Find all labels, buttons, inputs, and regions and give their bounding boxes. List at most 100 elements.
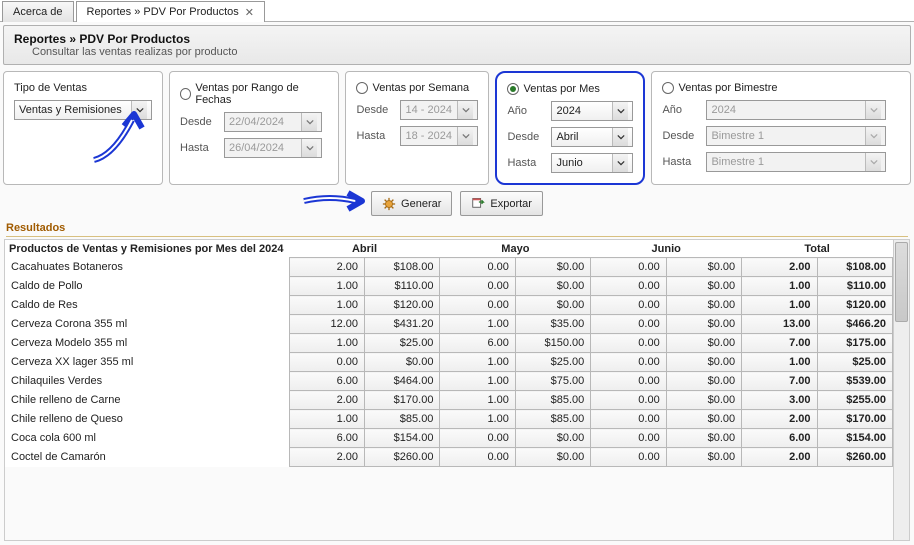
mes-ano-select[interactable]: 2024 [551,101,633,121]
data-cell: 2.00 [289,448,364,467]
data-cell: 0.00 [591,429,666,448]
scrollbar-thumb[interactable] [895,242,908,322]
close-icon[interactable]: ✕ [245,6,254,19]
table-row[interactable]: Coctel de Camarón2.00$260.000.00$0.000.0… [5,448,893,467]
data-cell: 0.00 [440,277,515,296]
tab-about[interactable]: Acerca de [2,1,74,22]
chevron-down-icon [865,101,881,119]
annotation-arrow-icon [300,187,370,215]
table-row[interactable]: Coca cola 600 ml6.00$154.000.00$0.000.00… [5,429,893,448]
scrollbar-vertical[interactable] [893,240,909,540]
page-header: Reportes » PDV Por Productos Consultar l… [3,25,911,65]
table-row[interactable]: Chile relleno de Queso1.00$85.001.00$85.… [5,410,893,429]
total-cell: $539.00 [817,372,892,391]
data-cell: $0.00 [666,410,741,429]
product-name: Caldo de Pollo [5,277,289,296]
data-cell: 0.00 [591,353,666,372]
data-cell: $0.00 [666,429,741,448]
data-cell: $110.00 [365,277,440,296]
total-cell: $154.00 [817,429,892,448]
data-cell: $0.00 [515,258,590,277]
desde-label: Desde [507,131,545,143]
data-cell: 0.00 [289,353,364,372]
chevron-down-icon [301,113,317,131]
panel-semana: Ventas por Semana Desde 14 - 2024 Hasta … [345,71,489,185]
product-name: Chile relleno de Carne [5,391,289,410]
table-row[interactable]: Chile relleno de Carne2.00$170.001.00$85… [5,391,893,410]
data-cell: 6.00 [289,372,364,391]
data-cell: $108.00 [365,258,440,277]
total-cell: $170.00 [817,410,892,429]
chevron-down-icon [865,153,881,171]
total-cell: 13.00 [742,315,817,334]
tab-bar: Acerca de Reportes » PDV Por Productos ✕ [0,0,914,22]
total-cell: 1.00 [742,296,817,315]
action-row: Generar Exportar [0,191,914,216]
data-cell: 1.00 [289,334,364,353]
data-cell: $0.00 [666,448,741,467]
bimestre-ano-select[interactable]: 2024 [706,100,886,120]
semana-hasta-input[interactable]: 18 - 2024 [400,126,478,146]
table-row[interactable]: Cacahuates Botaneros2.00$108.000.00$0.00… [5,258,893,277]
data-cell: $35.00 [515,315,590,334]
table-row[interactable]: Cerveza XX lager 355 ml0.00$0.001.00$25.… [5,353,893,372]
total-cell: 7.00 [742,334,817,353]
chevron-down-icon [301,139,317,157]
desde-label: Desde [180,116,218,128]
data-cell: 1.00 [440,372,515,391]
radio-bimestre[interactable]: Ventas por Bimestre [662,82,900,94]
data-cell: 0.00 [591,410,666,429]
col-month-2: Junio [591,240,742,258]
radio-mes[interactable]: Ventas por Mes [507,83,633,95]
total-cell: 2.00 [742,258,817,277]
data-cell: $150.00 [515,334,590,353]
data-cell: $0.00 [666,258,741,277]
radio-semana[interactable]: Ventas por Semana [356,82,478,94]
col-total: Total [742,240,893,258]
product-name: Cerveza Modelo 355 ml [5,334,289,353]
chevron-down-icon [612,128,628,146]
radio-rango-fechas[interactable]: Ventas por Rango de Fechas [180,82,328,106]
rango-desde-input[interactable]: 22/04/2024 [224,112,322,132]
radio-icon [507,83,519,95]
panel-tipo-ventas: Tipo de Ventas Ventas y Remisiones [3,71,163,185]
data-cell: 6.00 [440,334,515,353]
mes-hasta-select[interactable]: Junio [551,153,633,173]
mes-desde-select[interactable]: Abril [551,127,633,147]
data-cell: $0.00 [666,353,741,372]
total-cell: $255.00 [817,391,892,410]
tab-reportes-pdv[interactable]: Reportes » PDV Por Productos ✕ [76,1,265,22]
data-cell: 1.00 [440,410,515,429]
table-row[interactable]: Caldo de Res1.00$120.000.00$0.000.00$0.0… [5,296,893,315]
rango-hasta-input[interactable]: 26/04/2024 [224,138,322,158]
col-month-1: Mayo [440,240,591,258]
total-cell: $175.00 [817,334,892,353]
total-cell: $260.00 [817,448,892,467]
table-row[interactable]: Chilaquiles Verdes6.00$464.001.00$75.000… [5,372,893,391]
tipo-ventas-select[interactable]: Ventas y Remisiones [14,100,152,120]
exportar-button[interactable]: Exportar [460,191,543,216]
data-cell: $0.00 [666,391,741,410]
product-name: Coctel de Camarón [5,448,289,467]
panel-rango-fechas: Ventas por Rango de Fechas Desde 22/04/2… [169,71,339,185]
data-cell: 0.00 [591,296,666,315]
export-icon [471,195,485,212]
table-row[interactable]: Caldo de Pollo1.00$110.000.00$0.000.00$0… [5,277,893,296]
semana-desde-input[interactable]: 14 - 2024 [400,100,478,120]
bimestre-hasta-select[interactable]: Bimestre 1 [706,152,886,172]
total-cell: 6.00 [742,429,817,448]
results-table-wrap: Productos de Ventas y Remisiones por Mes… [4,239,910,541]
page-subtitle: Consultar las ventas realizas por produc… [14,46,900,58]
data-cell: 0.00 [591,372,666,391]
product-name: Coca cola 600 ml [5,429,289,448]
tab-label: Reportes » PDV Por Productos [87,6,239,18]
table-row[interactable]: Cerveza Modelo 355 ml1.00$25.006.00$150.… [5,334,893,353]
data-cell: $120.00 [365,296,440,315]
generar-button[interactable]: Generar [371,191,452,216]
table-row[interactable]: Cerveza Corona 355 ml12.00$431.201.00$35… [5,315,893,334]
ano-label: Año [507,105,545,117]
data-cell: 1.00 [289,277,364,296]
data-cell: 1.00 [440,315,515,334]
data-cell: $154.00 [365,429,440,448]
bimestre-desde-select[interactable]: Bimestre 1 [706,126,886,146]
